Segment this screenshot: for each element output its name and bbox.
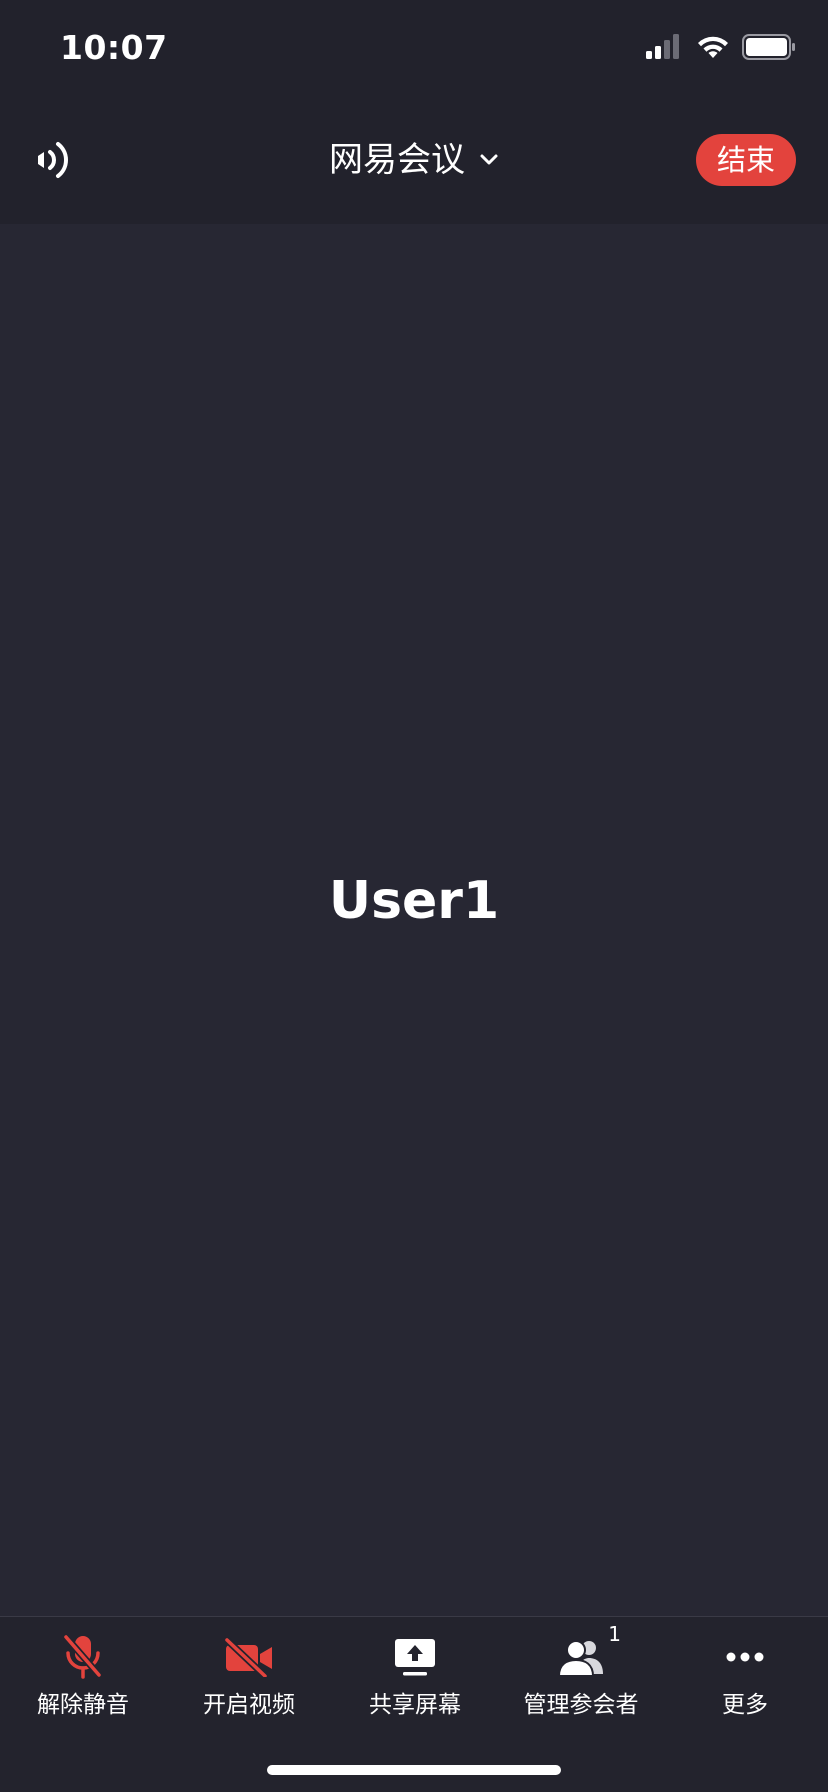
more-icon bbox=[715, 1631, 775, 1683]
status-icons bbox=[644, 34, 796, 60]
start-video-label: 开启视频 bbox=[203, 1692, 295, 1718]
home-indicator[interactable] bbox=[267, 1765, 561, 1775]
unmute-label: 解除静音 bbox=[37, 1692, 129, 1718]
share-screen-button[interactable]: 共享屏幕 bbox=[332, 1631, 498, 1731]
chevron-down-icon bbox=[480, 154, 498, 165]
more-label: 更多 bbox=[722, 1692, 768, 1718]
meeting-screen: 10:07 网易会议 结束 User1 解除静音 开启视频 共享屏幕 1 管理参… bbox=[0, 0, 828, 1792]
video-off-icon bbox=[219, 1631, 279, 1683]
participant-name: User1 bbox=[328, 871, 500, 931]
unmute-button[interactable]: 解除静音 bbox=[0, 1631, 166, 1731]
more-button[interactable]: 更多 bbox=[662, 1631, 828, 1731]
battery-icon bbox=[742, 34, 795, 60]
start-video-button[interactable]: 开启视频 bbox=[166, 1631, 332, 1731]
status-bar: 10:07 bbox=[0, 0, 828, 96]
share-screen-icon bbox=[385, 1631, 445, 1683]
participants-icon: 1 bbox=[551, 1623, 621, 1683]
wifi-icon bbox=[698, 36, 728, 58]
video-area: User1 bbox=[0, 224, 828, 1616]
status-time: 10:07 bbox=[60, 28, 168, 67]
cellular-signal-icon bbox=[646, 34, 679, 59]
participant-count: 1 bbox=[608, 1622, 621, 1646]
meeting-header: 网易会议 结束 bbox=[0, 96, 828, 224]
meeting-toolbar: 解除静音 开启视频 共享屏幕 1 管理参会者 更多 bbox=[0, 1616, 828, 1792]
manage-participants-label: 管理参会者 bbox=[523, 1692, 639, 1718]
end-meeting-button[interactable]: 结束 bbox=[696, 134, 796, 186]
share-screen-label: 共享屏幕 bbox=[369, 1692, 461, 1718]
manage-participants-button[interactable]: 1 管理参会者 bbox=[498, 1623, 664, 1731]
meeting-title: 网易会议 bbox=[329, 140, 465, 180]
mic-muted-icon bbox=[53, 1631, 113, 1683]
